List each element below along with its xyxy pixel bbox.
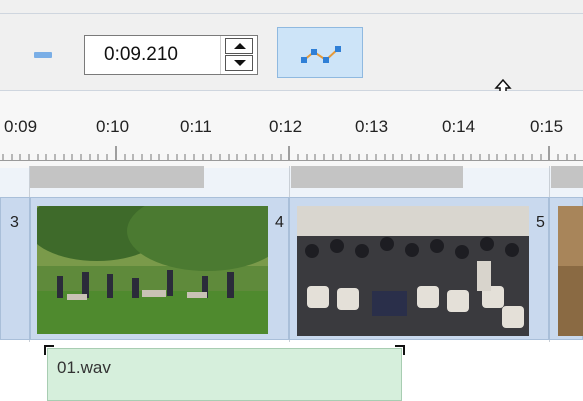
tick-label: 0:11 [180,117,212,136]
zoom-out-button[interactable] [34,52,52,58]
clip-handle-right[interactable] [395,345,405,355]
clip-number: 4 [275,214,284,231]
clip-4[interactable] [289,197,549,340]
transition-region[interactable] [551,166,583,188]
spin-up-button[interactable] [225,38,253,54]
ruler-ticks [2,146,576,160]
transition-region[interactable] [291,166,463,188]
tick-label: 0:14 [442,117,476,136]
clip-number: 5 [536,214,545,231]
timeline-ruler[interactable]: 0:09 0:10 0:11 0:12 0:13 0:14 0:15 [0,91,583,168]
automation-curve-icon [301,46,341,63]
tick-label: 0:10 [96,117,130,136]
clip-5[interactable] [549,197,583,340]
spin-down-button[interactable] [225,55,253,71]
time-value: 0:09.210 [104,44,178,65]
ruler-baseline [0,160,583,161]
tick-label: 0:15 [530,117,564,136]
clip-number: 3 [10,214,19,231]
transition-region[interactable] [30,166,204,188]
triangle-down-icon [234,60,246,66]
automation-toggle-button[interactable] [277,27,363,78]
clip-thumbnail [37,206,268,334]
tick-label: 0:09 [4,117,38,136]
triangle-up-icon [234,43,246,49]
clip-thumbnail [297,206,529,336]
clip-handle-left[interactable] [44,345,54,355]
toolbar-divider [0,13,583,14]
clip-thumbnail [558,206,583,336]
time-spinner[interactable] [220,36,257,74]
tick-label: 0:12 [269,117,303,136]
tick-label: 0:13 [355,117,389,136]
clip-photo-outdoor[interactable] [30,197,289,340]
audio-clip-label: 01.wav [57,358,111,377]
